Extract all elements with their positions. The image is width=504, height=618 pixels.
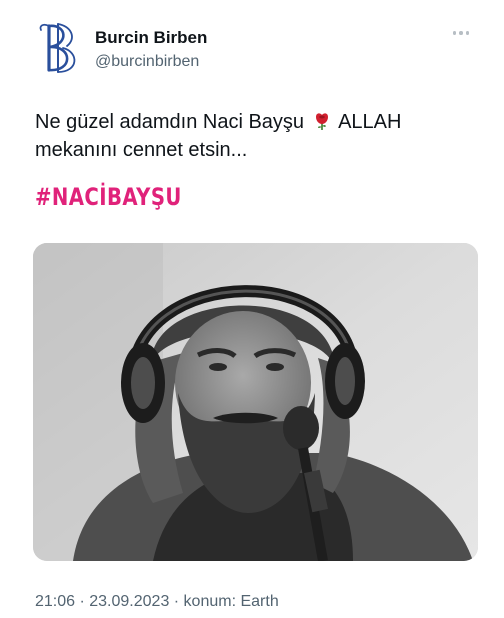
- author-name[interactable]: Burcin Birben: [95, 28, 207, 48]
- tweet-text: Ne güzel adamdın Naci Bayşu ALLAH mekanı…: [35, 108, 475, 164]
- avatar[interactable]: [33, 20, 83, 76]
- tweet-text-line1: Ne güzel adamdın Naci Bayşu: [35, 111, 305, 133]
- tweet-text-line1-end: ALLAH: [338, 111, 402, 133]
- tweet-photo[interactable]: [33, 243, 478, 561]
- tweet-text-line2: mekanını cennet etsin...: [35, 139, 248, 161]
- monogram-bb-logo: [39, 23, 76, 73]
- tweet-header: Burcin Birben @burcinbirben: [33, 20, 473, 76]
- author-handle[interactable]: @burcinbirben: [95, 53, 199, 71]
- more-horizontal-icon[interactable]: [449, 26, 473, 40]
- rose-icon: [312, 111, 332, 131]
- hashtag-link[interactable]: #NACİBAYŞU: [35, 183, 182, 211]
- tweet-timestamp[interactable]: 21:06 · 23.09.2023 · konum: Earth: [35, 593, 279, 611]
- tweet-card[interactable]: Burcin Birben @burcinbirben Ne güzel ada…: [0, 0, 504, 618]
